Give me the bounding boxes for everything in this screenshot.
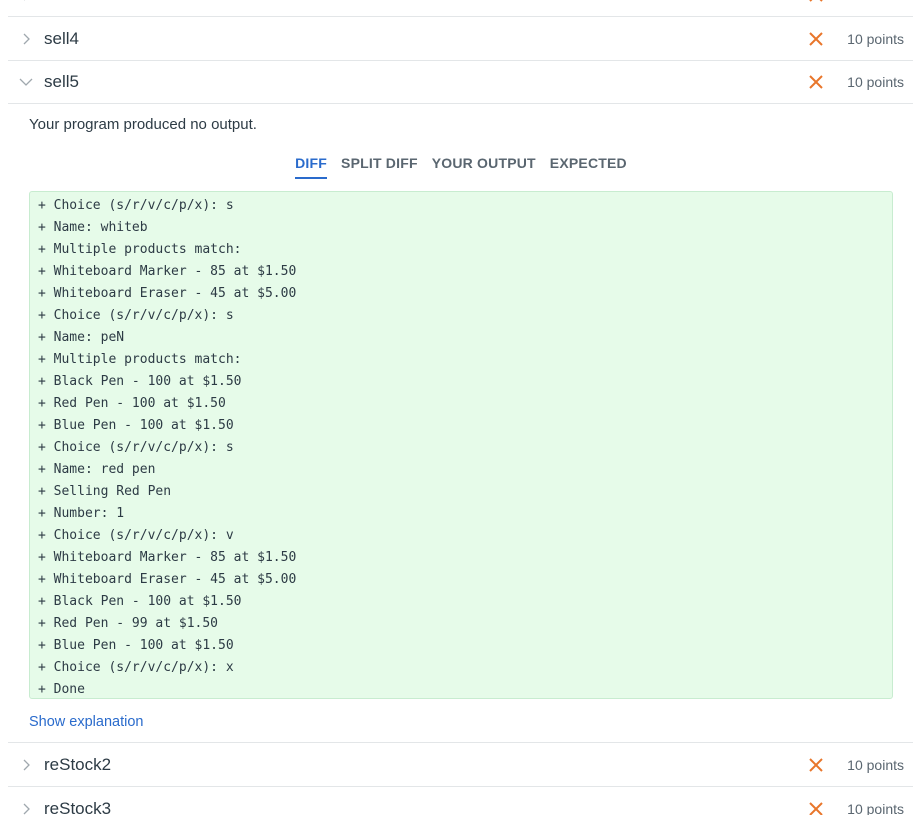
diff-tabs: DIFF SPLIT DIFF YOUR OUTPUT EXPECTED [0, 155, 913, 179]
diff-line: + Black Pen - 100 at $1.50 [38, 594, 242, 609]
diff-line: + Whiteboard Marker - 85 at $1.50 [38, 550, 297, 565]
test-row-sell4[interactable]: sell4 10 points [8, 16, 913, 60]
diff-line: + Choice (s/r/v/c/p/x): s [38, 198, 234, 213]
test-row-sell5[interactable]: sell5 10 points [8, 60, 913, 104]
diff-line: + Blue Pen - 100 at $1.50 [38, 638, 234, 653]
diff-line: + Whiteboard Eraser - 45 at $5.00 [38, 286, 297, 301]
chevron-down-icon [8, 60, 44, 104]
diff-line: + Name: whiteb [38, 220, 148, 235]
tab-split-diff[interactable]: SPLIT DIFF [341, 155, 418, 179]
close-icon [796, 17, 836, 61]
diff-line: + Whiteboard Eraser - 45 at $5.00 [38, 572, 297, 587]
test-name: sell5 [44, 72, 79, 91]
diff-line: + Whiteboard Marker - 85 at $1.50 [38, 264, 297, 279]
test-name: reStock3 [44, 798, 112, 815]
fail-icon [796, 0, 836, 17]
test-points: 10 points [847, 74, 904, 90]
test-row-restock3[interactable]: reStock3 10 points [8, 786, 913, 815]
diff-line: + Choice (s/r/v/c/p/x): s [38, 440, 234, 455]
tab-your-output[interactable]: YOUR OUTPUT [432, 155, 536, 179]
chevron-right-icon [8, 787, 44, 815]
diff-line: + Done [38, 682, 85, 697]
no-output-message: Your program produced no output. [29, 116, 257, 133]
test-points: 10 points [847, 30, 904, 47]
test-points: 10 points [847, 756, 904, 773]
diff-line: + Red Pen - 100 at $1.50 [38, 396, 226, 411]
diff-line: + Red Pen - 99 at $1.50 [38, 616, 219, 631]
diff-line: + Black Pen - 100 at $1.50 [38, 374, 242, 389]
diff-line: + Choice (s/r/v/c/p/x): v [38, 528, 234, 543]
diff-line: + Selling Red Pen [38, 484, 172, 499]
diff-line: + Multiple products match: [38, 242, 242, 257]
diff-line: + Choice (s/r/v/c/p/x): s [38, 308, 234, 323]
diff-line: + Multiple products match: [38, 352, 242, 367]
diff-line: + Number: 1 [38, 506, 125, 521]
diff-line: + Blue Pen - 100 at $1.50 [38, 418, 234, 433]
diff-line: + Name: peN [38, 330, 125, 345]
test-results-panel: sell4 10 points sell5 10 points Your pro… [0, 0, 913, 815]
test-row-restock2[interactable]: reStock2 10 points [8, 742, 913, 786]
close-icon [796, 787, 836, 815]
diff-line: + Choice (s/r/v/c/p/x): x [38, 660, 234, 675]
close-icon [796, 60, 836, 104]
test-row-partial[interactable] [8, 0, 913, 16]
test-points: 10 points [847, 800, 904, 815]
close-icon [796, 743, 836, 787]
show-explanation-link[interactable]: Show explanation [29, 714, 143, 730]
chevron-right-icon [8, 17, 44, 61]
tab-expected[interactable]: EXPECTED [550, 155, 627, 179]
test-name: reStock2 [44, 754, 112, 774]
chevron-right-icon [8, 743, 44, 787]
diff-output[interactable]: + Choice (s/r/v/c/p/x): s + Name: whiteb +… [29, 191, 893, 699]
tab-diff[interactable]: DIFF [295, 155, 328, 179]
chevron-right-icon [8, 0, 44, 17]
test-name: sell4 [44, 28, 79, 48]
diff-line: + Name: red pen [38, 462, 156, 477]
